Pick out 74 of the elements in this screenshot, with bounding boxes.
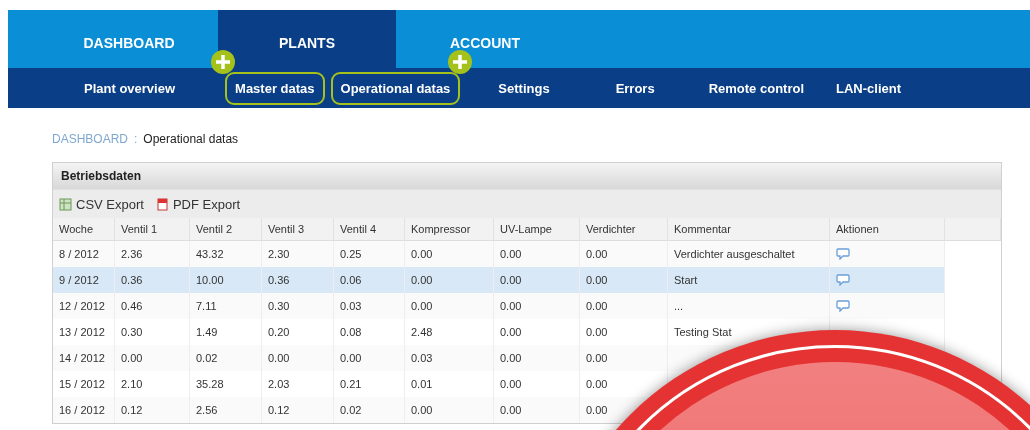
table-cell: 2.56 bbox=[190, 397, 262, 423]
panel-title: Betriebsdaten bbox=[53, 163, 1001, 189]
column-header[interactable]: Kommentar bbox=[668, 218, 830, 241]
table-cell: 0.00 bbox=[580, 293, 668, 319]
table-cell: 0.00 bbox=[494, 267, 580, 293]
main-nav-tab[interactable]: DASHBOARD bbox=[40, 10, 218, 68]
table-cell: 0.30 bbox=[262, 293, 334, 319]
table-cell: 12 / 2012 bbox=[53, 293, 115, 319]
table-cell: 0.00 bbox=[262, 345, 334, 371]
table-cell: ... bbox=[668, 293, 830, 319]
column-header[interactable]: Ventil 4 bbox=[334, 218, 405, 241]
table-cell: 0.02 bbox=[190, 345, 262, 371]
sub-nav-link[interactable]: Master datas bbox=[225, 71, 325, 105]
table-cell: 0.03 bbox=[405, 345, 494, 371]
plus-icon bbox=[211, 49, 236, 74]
table-cell: 0.00 bbox=[405, 293, 494, 319]
table-cell: 10.00 bbox=[190, 267, 262, 293]
table-cell: 0.00 bbox=[405, 241, 494, 267]
table-cell: 0.00 bbox=[334, 345, 405, 371]
table-cell: 2.30 bbox=[262, 241, 334, 267]
column-header[interactable]: Verdichter bbox=[580, 218, 668, 241]
table-cell: 2.36 bbox=[115, 241, 190, 267]
table-cell: Verdichter ausgeschaltet bbox=[668, 241, 830, 267]
export-button[interactable]: CSV Export bbox=[57, 196, 146, 212]
table-cell: 0.00 bbox=[494, 293, 580, 319]
table-cell: 0.00 bbox=[580, 241, 668, 267]
column-header[interactable]: Woche bbox=[53, 218, 115, 241]
table-cell: 0.00 bbox=[494, 397, 580, 423]
table-cell: 0.03 bbox=[334, 293, 405, 319]
table-cell: 7.11 bbox=[190, 293, 262, 319]
plus-icon bbox=[448, 49, 473, 74]
table-cell: 0.06 bbox=[334, 267, 405, 293]
table-cell: 0.02 bbox=[334, 397, 405, 423]
sub-nav-link[interactable]: LAN-client bbox=[826, 71, 911, 105]
table-cell: 0.12 bbox=[262, 397, 334, 423]
sub-nav-link[interactable]: Settings bbox=[488, 71, 560, 105]
table-cell: 8 / 2012 bbox=[53, 241, 115, 267]
column-header[interactable]: Ventil 1 bbox=[115, 218, 190, 241]
table-cell: 0.00 bbox=[580, 345, 668, 371]
table-cell: 0.00 bbox=[494, 345, 580, 371]
table-cell: 0.00 bbox=[580, 267, 668, 293]
table-cell: 0.46 bbox=[115, 293, 190, 319]
table-cell: 0.00 bbox=[405, 397, 494, 423]
table-cell: 0.00 bbox=[405, 267, 494, 293]
comment-icon[interactable] bbox=[836, 300, 850, 312]
column-header[interactable]: Ventil 2 bbox=[190, 218, 262, 241]
export-button[interactable]: PDF Export bbox=[153, 196, 243, 212]
main-nav-tab[interactable]: ACCOUNT bbox=[396, 10, 574, 68]
comment-icon[interactable] bbox=[836, 274, 850, 286]
table-cell: 43.32 bbox=[190, 241, 262, 267]
table-cell: 0.12 bbox=[115, 397, 190, 423]
sub-nav-link[interactable]: Remote control bbox=[698, 71, 814, 105]
sub-nav-link[interactable]: Plant overview bbox=[74, 71, 186, 105]
breadcrumb-current: Operational datas bbox=[143, 132, 239, 146]
column-header[interactable]: Kompressor bbox=[405, 218, 494, 241]
main-nav-tab[interactable]: PLANTS bbox=[218, 10, 396, 68]
table-cell: 0.00 bbox=[115, 345, 190, 371]
column-header[interactable]: Ventil 3 bbox=[262, 218, 334, 241]
column-header[interactable]: Aktionen bbox=[830, 218, 945, 241]
table-cell: 0.36 bbox=[115, 267, 190, 293]
spreadsheet-icon bbox=[59, 197, 72, 211]
table-cell: 14 / 2012 bbox=[53, 345, 115, 371]
table-cell: Start bbox=[668, 267, 830, 293]
breadcrumb-separator: : bbox=[134, 132, 138, 146]
table-cell: 16 / 2012 bbox=[53, 397, 115, 423]
table-cell: 0.00 bbox=[494, 241, 580, 267]
comment-icon[interactable] bbox=[836, 248, 850, 260]
sub-nav-link[interactable]: Operational datas bbox=[330, 71, 461, 105]
table-cell: 9 / 2012 bbox=[53, 267, 115, 293]
column-header[interactable]: UV-Lampe bbox=[494, 218, 580, 241]
sub-nav-link[interactable]: Errors bbox=[605, 71, 665, 105]
table-cell: 0.25 bbox=[334, 241, 405, 267]
pdf-icon bbox=[155, 197, 169, 211]
table-cell: 0.36 bbox=[262, 267, 334, 293]
